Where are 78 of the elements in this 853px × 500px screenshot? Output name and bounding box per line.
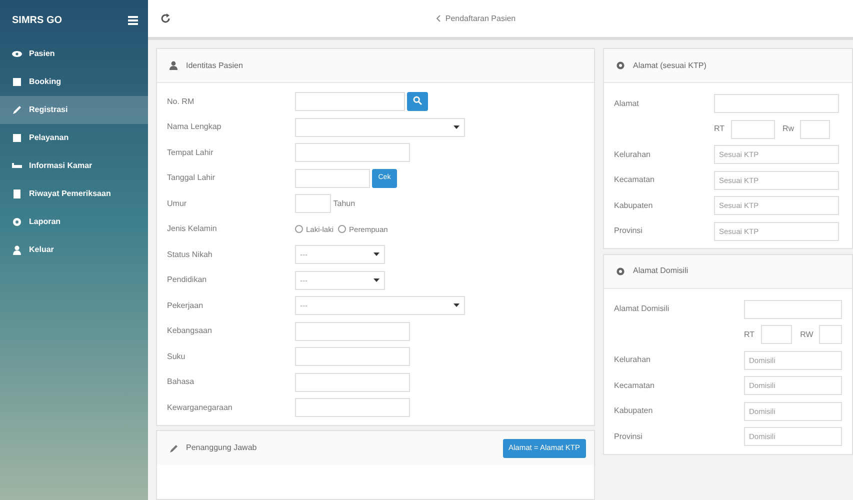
- sidebar-item[interactable]: Informasi Kamar: [0, 152, 148, 180]
- field-label: Kewarganegaraan: [167, 402, 234, 414]
- field-label: Provinsi: [614, 225, 644, 238]
- input-field[interactable]: [295, 398, 410, 418]
- input-field[interactable]: [744, 300, 842, 319]
- location-icon: [616, 266, 625, 276]
- input-field[interactable]: [730, 120, 775, 139]
- input-field[interactable]: [295, 143, 410, 162]
- field-label: Kelurahan: [614, 354, 652, 366]
- field-label: Kabupaten: [614, 405, 654, 418]
- field-label: Kabupaten: [614, 200, 654, 212]
- field-label: Alamat: [614, 98, 640, 110]
- search-icon: [413, 96, 422, 106]
- caret-icon: [373, 252, 380, 258]
- field-label: Jenis Kelamin: [167, 223, 218, 236]
- document-icon: [12, 189, 22, 199]
- sidebar-item[interactable]: Pasien: [0, 40, 148, 68]
- pencil-icon: [169, 444, 178, 452]
- location-icon: [616, 61, 625, 70]
- field-label: Provinsi: [614, 430, 644, 443]
- input-field[interactable]: [295, 92, 405, 112]
- unit-label: Tahun: [333, 198, 356, 210]
- eye-icon: [12, 49, 22, 59]
- field-label: No. RM: [167, 96, 196, 108]
- person-icon: [169, 61, 178, 70]
- sidebar-item[interactable]: Registrasi: [0, 96, 148, 124]
- card-title: Alamat Domisili: [633, 265, 688, 277]
- circle-icon: [12, 217, 22, 227]
- caret-icon: [373, 278, 380, 283]
- input-field[interactable]: [295, 168, 370, 188]
- input-field[interactable]: [295, 347, 410, 366]
- field-label: Tempat Lahir: [167, 146, 214, 159]
- sidebar-item[interactable]: Riwayat Pemeriksaan: [0, 180, 148, 208]
- field-label: Rw: [782, 123, 794, 136]
- sidebar-item[interactable]: Pelayanan: [0, 124, 148, 152]
- sidebar-item[interactable]: Keluar: [0, 236, 148, 264]
- field-label: Alamat Domisili: [614, 303, 670, 316]
- field-label: Kecamatan: [614, 174, 656, 186]
- app-brand: SIMRS GO: [12, 14, 62, 28]
- input-field[interactable]: [295, 372, 410, 392]
- field-label: Tanggal Lahir: [167, 172, 216, 184]
- select-field[interactable]: [295, 118, 465, 137]
- input-field[interactable]: [295, 322, 410, 341]
- card-title: Alamat (sesuai KTP): [633, 60, 706, 72]
- field-label: Bahasa: [167, 376, 196, 388]
- field-label: Suku: [167, 350, 186, 363]
- square-icon: [12, 133, 22, 143]
- caret-icon: [453, 124, 460, 130]
- input-field[interactable]: [714, 94, 839, 114]
- person-icon: [12, 245, 22, 255]
- caret-icon: [453, 303, 460, 308]
- input-field[interactable]: [819, 325, 842, 344]
- field-label: Status Nikah: [167, 248, 214, 261]
- card-title: Penanggung Jawab: [186, 442, 257, 454]
- field-label: RT: [744, 328, 755, 341]
- field-label: Pendidikan: [167, 274, 208, 286]
- field-label: RT: [714, 123, 725, 136]
- field-label: Umur: [167, 198, 188, 210]
- input-field[interactable]: [760, 325, 792, 344]
- field-label: Kecamatan: [614, 380, 656, 392]
- field-label: Pekerjaan: [167, 300, 204, 312]
- chevron-icon: [436, 15, 442, 22]
- card-title: Identitas Pasien: [186, 60, 243, 72]
- sidebar-item[interactable]: Booking: [0, 68, 148, 96]
- input-field[interactable]: [295, 194, 331, 214]
- field-label: Kelurahan: [614, 148, 652, 161]
- menu-icon[interactable]: [128, 15, 138, 25]
- refresh-icon[interactable]: [160, 13, 171, 24]
- pencil-icon: [12, 105, 22, 115]
- sidebar-item[interactable]: Laporan: [0, 208, 148, 236]
- bed-icon: [12, 161, 22, 171]
- field-label: RW: [800, 328, 814, 341]
- square-icon: [12, 77, 22, 87]
- input-field[interactable]: [800, 120, 830, 139]
- field-label: Nama Lengkap: [167, 121, 222, 134]
- field-label: Kebangsaan: [167, 325, 213, 338]
- breadcrumb-link[interactable]: Pendaftaran Pasien: [445, 12, 516, 24]
- search-button[interactable]: [407, 92, 428, 112]
